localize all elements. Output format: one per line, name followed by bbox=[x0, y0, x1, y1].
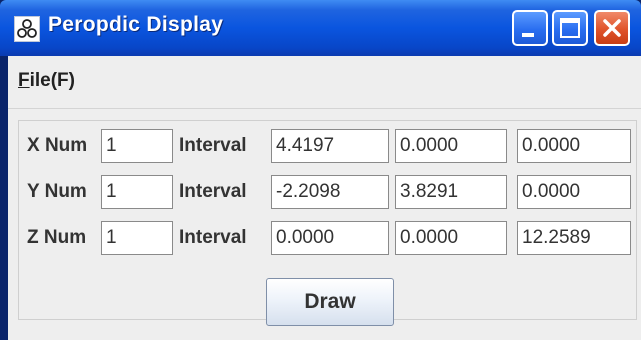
app-window: Peropdic Display File(F) X Num 1 Interva… bbox=[0, 0, 641, 340]
menu-bar: File(F) bbox=[8, 56, 641, 109]
minimize-button[interactable] bbox=[512, 10, 548, 46]
client-area: File(F) X Num 1 Interval 4.4197 0.0000 0… bbox=[8, 56, 641, 340]
y-interval-input-2[interactable]: 3.8291 bbox=[395, 175, 507, 209]
close-button[interactable] bbox=[594, 10, 630, 46]
z-interval-label: Interval bbox=[179, 227, 247, 248]
x-num-input[interactable]: 1 bbox=[101, 129, 173, 163]
x-interval-input-2[interactable]: 0.0000 bbox=[395, 129, 507, 163]
menu-file[interactable]: File(F) bbox=[18, 70, 75, 92]
x-interval-label: Interval bbox=[179, 135, 247, 156]
menu-file-label: File(F) bbox=[18, 70, 75, 91]
z-num-input[interactable]: 1 bbox=[101, 221, 173, 255]
java-molecule-icon bbox=[14, 16, 40, 42]
draw-button[interactable]: Draw bbox=[266, 278, 394, 326]
maximize-button[interactable] bbox=[552, 10, 588, 46]
z-interval-input-2[interactable]: 0.0000 bbox=[395, 221, 507, 255]
x-interval-input-3[interactable]: 0.0000 bbox=[517, 129, 631, 163]
x-num-label: X Num bbox=[27, 135, 88, 156]
z-interval-input-3[interactable]: 12.2589 bbox=[517, 221, 631, 255]
y-interval-label: Interval bbox=[179, 181, 247, 202]
y-num-label: Y Num bbox=[27, 181, 87, 202]
y-interval-input-3[interactable]: 0.0000 bbox=[517, 175, 631, 209]
y-interval-input-1[interactable]: -2.2098 bbox=[271, 175, 389, 209]
maximize-icon bbox=[560, 18, 580, 38]
z-interval-input-1[interactable]: 0.0000 bbox=[271, 221, 389, 255]
minimize-icon bbox=[522, 33, 534, 37]
x-interval-input-1[interactable]: 4.4197 bbox=[271, 129, 389, 163]
close-icon bbox=[603, 19, 621, 37]
window-title: Peropdic Display bbox=[48, 13, 224, 36]
title-bar[interactable]: Peropdic Display bbox=[0, 0, 641, 56]
z-num-label: Z Num bbox=[27, 227, 87, 248]
y-num-input[interactable]: 1 bbox=[101, 175, 173, 209]
